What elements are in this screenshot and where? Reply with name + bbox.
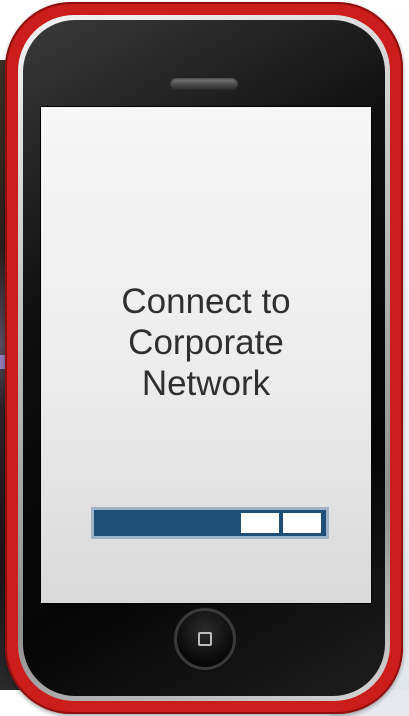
phone-body: Connect to Corporate Network [23,20,385,696]
phone-screen: Connect to Corporate Network [40,106,372,604]
phone-frame: Connect to Corporate Network [5,2,403,714]
phone-bezel: Connect to Corporate Network [18,15,390,701]
home-square-icon [198,632,212,646]
speaker-grille [170,78,238,90]
home-button[interactable] [174,608,236,670]
progress-block [241,513,279,533]
screen-title: Connect to Corporate Network [121,282,291,403]
progress-block [283,513,321,533]
progress-bar [91,507,329,539]
